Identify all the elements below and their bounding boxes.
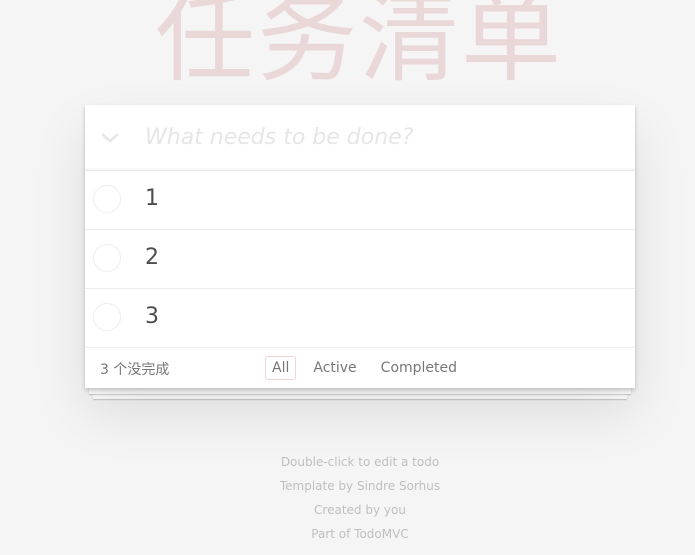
todo-checkbox[interactable] <box>93 244 121 272</box>
info-author-credit: Created by you <box>314 503 406 517</box>
info-edit-hint: Double-click to edit a todo <box>280 455 440 469</box>
todo-app: 1 2 3 3 个没完成 All Active Completed <box>85 105 635 388</box>
filter-all[interactable]: All <box>265 356 297 380</box>
todo-item[interactable]: 3 <box>85 289 635 348</box>
info-template-credit: Template by Sindre Sorhus <box>279 479 441 493</box>
todo-footer: 3 个没完成 All Active Completed <box>85 348 635 388</box>
todo-checkbox[interactable] <box>93 303 121 331</box>
info-footer: Double-click to edit a todo Template by … <box>0 450 695 546</box>
todo-count: 3 个没完成 <box>100 362 170 378</box>
todo-item[interactable]: 2 <box>85 230 635 289</box>
page-title: 任务清单 <box>155 0 563 96</box>
info-todomvc-link: Part of TodoMVC <box>311 527 409 541</box>
todo-checkbox[interactable] <box>93 185 121 213</box>
filter-completed[interactable]: Completed <box>374 356 464 380</box>
filter-active[interactable]: Active <box>306 356 363 380</box>
new-todo-input[interactable] <box>145 115 615 160</box>
toggle-all-button[interactable] <box>95 123 125 153</box>
todo-item[interactable]: 1 <box>85 171 635 230</box>
filters: All Active Completed <box>265 356 464 380</box>
todo-label[interactable]: 2 <box>145 243 159 273</box>
todo-list: 1 2 3 <box>85 171 635 348</box>
todo-header <box>85 105 635 171</box>
chevron-down-icon <box>101 133 119 143</box>
todo-label[interactable]: 3 <box>145 302 159 332</box>
todo-label[interactable]: 1 <box>145 184 159 214</box>
